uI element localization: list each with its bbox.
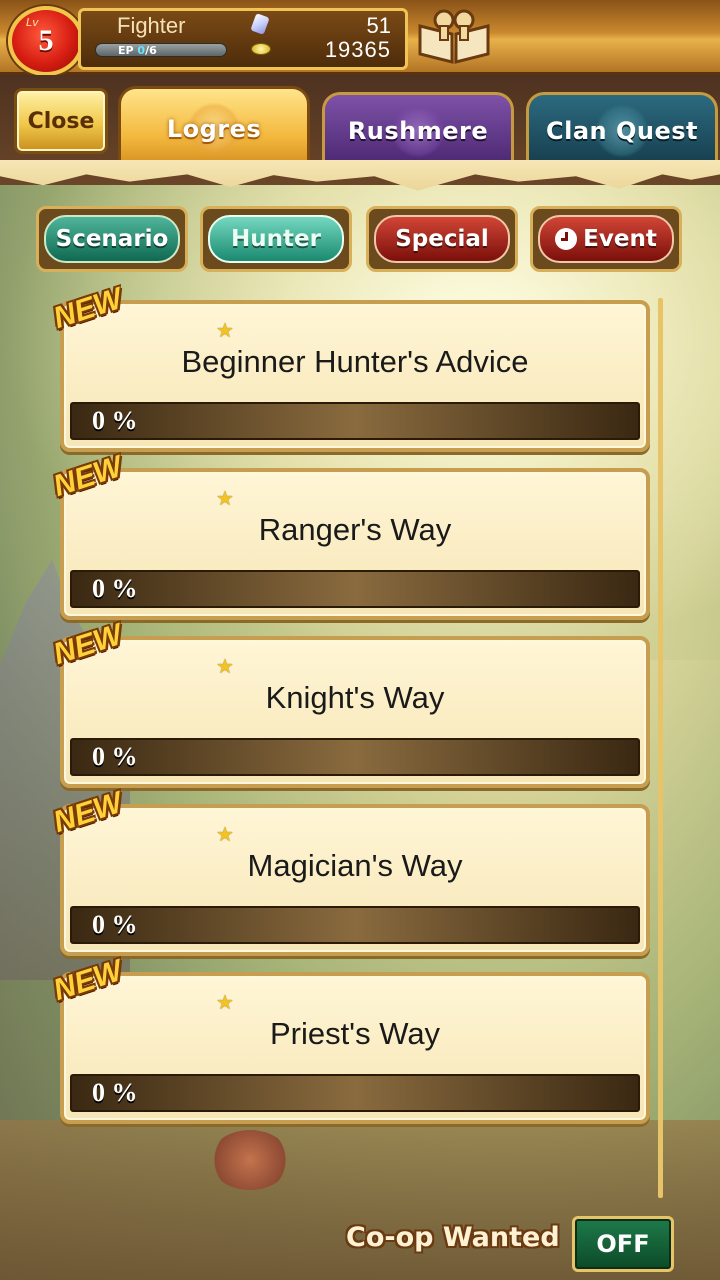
player-name: Fighter xyxy=(117,13,186,38)
clock-icon xyxy=(555,228,578,250)
status-bar: Lv 5 Fighter EP 0/6 51 19365 xyxy=(0,0,720,76)
close-button[interactable]: Close xyxy=(14,88,108,154)
ep-value: 0 xyxy=(137,44,146,57)
tab-rushmere-label: Rushmere xyxy=(347,117,489,145)
star-icon: ★ xyxy=(216,486,234,510)
star-icon: ★ xyxy=(216,822,234,846)
quest-card[interactable]: NEW ★ Beginner Hunter's Advice 0 % xyxy=(49,282,650,452)
coop-wanted-label: Co-op Wanted xyxy=(346,1222,560,1253)
quest-card[interactable]: NEW ★ Knight's Way 0 % xyxy=(49,618,650,788)
category-special-label: Special xyxy=(395,226,489,252)
level-number: 5 xyxy=(38,24,54,57)
quest-title: Knight's Way xyxy=(265,680,445,715)
category-hunter-label: Hunter xyxy=(231,226,321,252)
progress-text: 0 % xyxy=(92,910,138,939)
ep-label: EP xyxy=(118,44,134,57)
quest-title: Magician's Way xyxy=(247,848,463,883)
category-scenario-label: Scenario xyxy=(55,226,169,252)
level-badge: Lv 5 xyxy=(8,6,84,76)
quest-title: Beginner Hunter's Advice xyxy=(181,344,529,379)
background-character xyxy=(210,1130,290,1190)
quest-title: Priest's Way xyxy=(269,1016,441,1051)
tab-clan-quest[interactable]: Clan Quest xyxy=(526,92,718,167)
progress-bar: 0 % xyxy=(70,570,640,608)
gem-count: 51 xyxy=(366,13,391,38)
quest-card[interactable]: NEW ★ Ranger's Way 0 % xyxy=(49,450,650,620)
star-icon: ★ xyxy=(216,318,234,342)
tab-logres[interactable]: Logres xyxy=(118,86,310,169)
tab-clan-quest-label: Clan Quest xyxy=(546,117,698,145)
progress-text: 0 % xyxy=(92,742,138,771)
gold-count: 19365 xyxy=(324,37,391,62)
quest-title: Ranger's Way xyxy=(258,512,452,547)
tab-rushmere[interactable]: Rushmere xyxy=(322,92,514,167)
progress-bar: 0 % xyxy=(70,738,640,776)
progress-bar: 0 % xyxy=(70,906,640,944)
ep-max: /6 xyxy=(145,44,157,57)
player-status-panel: Fighter EP 0/6 51 19365 xyxy=(78,8,408,70)
quest-card[interactable]: NEW ★ Priest's Way 0 % xyxy=(49,954,650,1124)
quest-card[interactable]: NEW ★ Magician's Way 0 % xyxy=(49,786,650,956)
coin-icon xyxy=(251,43,271,55)
category-filter-row: Scenario Hunter Special Event xyxy=(36,206,686,276)
category-event-label: Event xyxy=(583,226,657,252)
category-special-button[interactable]: Special xyxy=(366,206,518,272)
list-scrollbar[interactable] xyxy=(658,298,663,1198)
star-icon: ★ xyxy=(216,654,234,678)
category-event-button[interactable]: Event xyxy=(530,206,682,272)
coop-wanted-toggle[interactable]: OFF xyxy=(572,1216,674,1272)
progress-text: 0 % xyxy=(92,1078,138,1107)
star-icon: ★ xyxy=(216,990,234,1014)
ep-bar: EP 0/6 xyxy=(95,43,227,57)
category-scenario-button[interactable]: Scenario xyxy=(36,206,188,272)
progress-text: 0 % xyxy=(92,406,138,435)
progress-bar: 0 % xyxy=(70,1074,640,1112)
quest-book-icon[interactable] xyxy=(414,4,494,66)
tab-logres-label: Logres xyxy=(166,115,262,143)
gem-icon xyxy=(250,13,270,35)
progress-text: 0 % xyxy=(92,574,138,603)
progress-bar: 0 % xyxy=(70,402,640,440)
category-hunter-button[interactable]: Hunter xyxy=(200,206,352,272)
